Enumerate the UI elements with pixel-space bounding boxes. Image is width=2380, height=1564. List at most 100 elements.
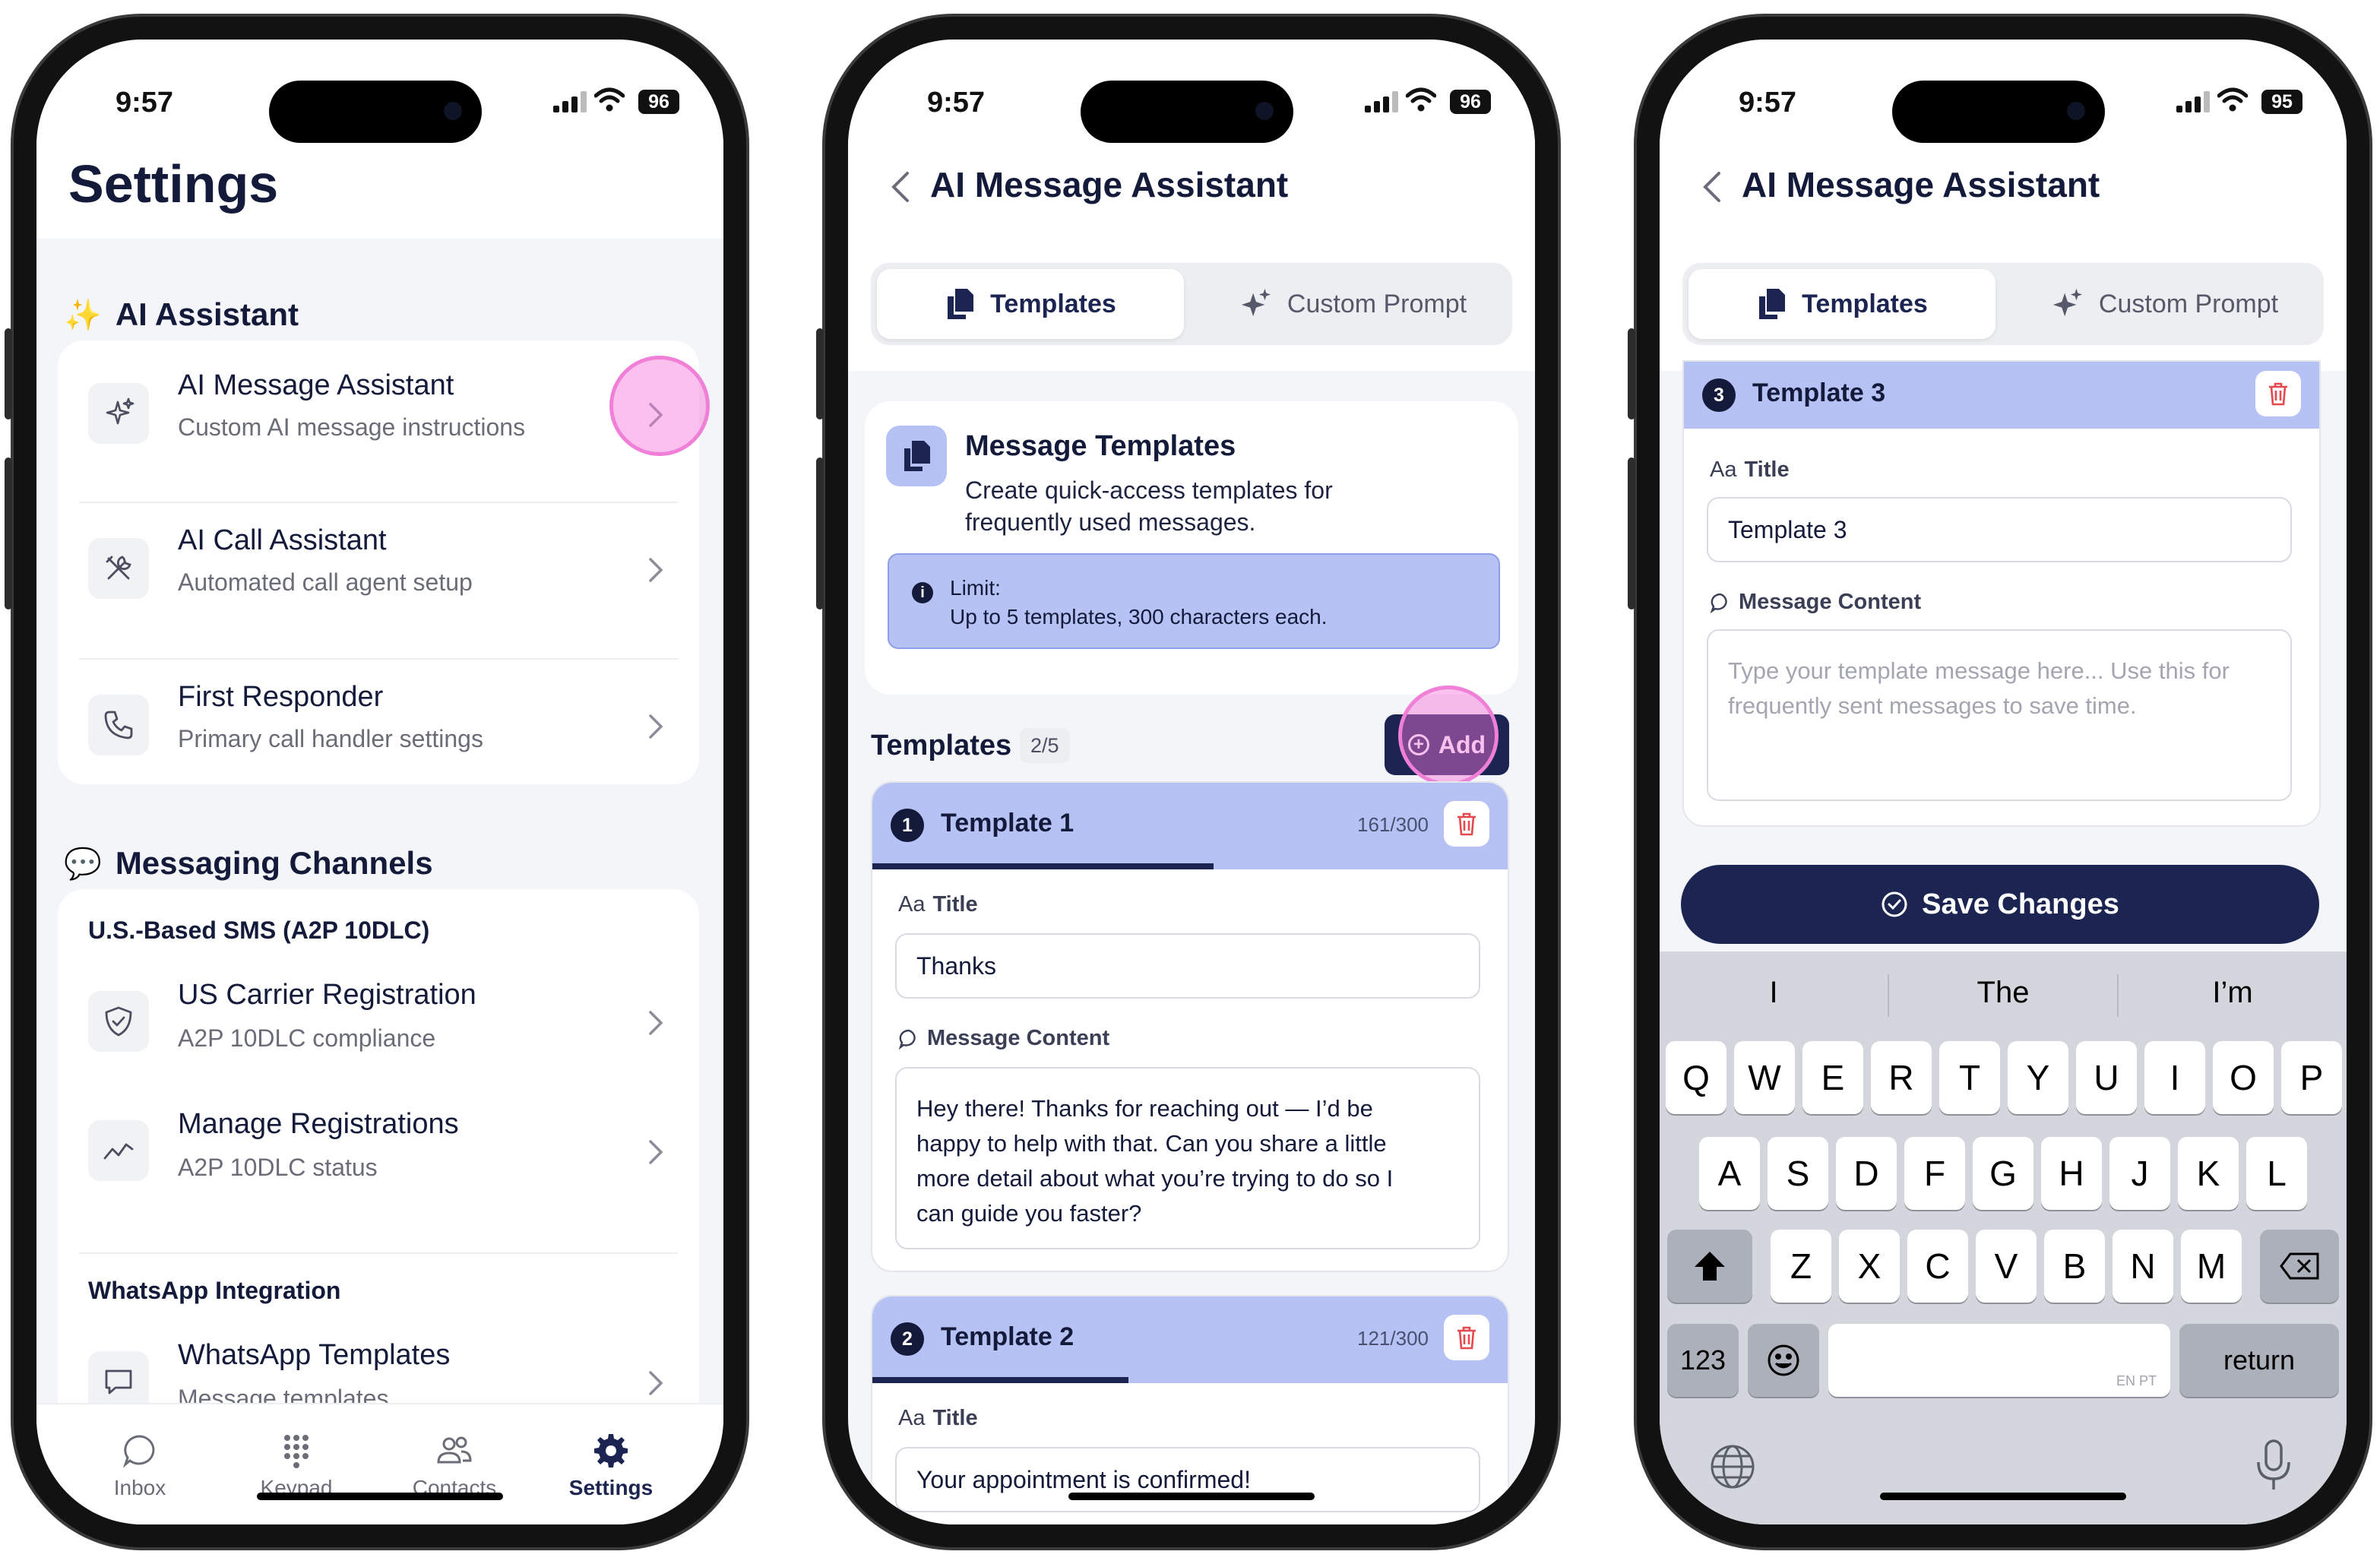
sms-group-header: U.S.-Based SMS (A2P 10DLC) bbox=[88, 917, 430, 944]
delete-key[interactable] bbox=[2260, 1230, 2339, 1303]
content-textarea[interactable]: Type your template message here... Use t… bbox=[1707, 629, 2292, 801]
globe-icon[interactable] bbox=[1708, 1442, 1757, 1491]
key-t[interactable]: T bbox=[1939, 1041, 2000, 1114]
manage-registrations-row[interactable]: Manage Registrations A2P 10DLC status bbox=[58, 1090, 699, 1227]
tab-custom-prompt[interactable]: Custom Prompt bbox=[1199, 269, 1506, 339]
return-key[interactable]: return bbox=[2179, 1324, 2339, 1397]
microphone-icon[interactable] bbox=[2252, 1438, 2295, 1493]
emoji-key[interactable] bbox=[1748, 1324, 1819, 1397]
trash-icon bbox=[2269, 382, 2287, 406]
template-number: 2 bbox=[891, 1322, 924, 1356]
chat-bubble-icon bbox=[122, 1435, 155, 1468]
key-k[interactable]: K bbox=[2178, 1137, 2239, 1210]
trash-icon bbox=[1457, 1326, 1476, 1350]
delete-template-button[interactable] bbox=[1444, 1315, 1489, 1360]
key-x[interactable]: X bbox=[1839, 1230, 1900, 1303]
ai-section-header: ✨ AI Assistant bbox=[64, 296, 299, 333]
documents-icon bbox=[1759, 289, 1786, 319]
content-textarea[interactable]: Hey there! Thanks for reaching out — I’d… bbox=[895, 1067, 1480, 1249]
key-h[interactable]: H bbox=[2041, 1137, 2102, 1210]
tab-inbox[interactable]: Inbox bbox=[64, 1432, 216, 1500]
suggestion-2[interactable]: The bbox=[1889, 976, 2117, 1010]
status-time: 9:57 bbox=[1739, 87, 1797, 119]
intro-line: Create quick-access templates for bbox=[965, 476, 1333, 504]
title-field-label: Aa Title bbox=[898, 892, 978, 917]
sparkles-icon: ✨ bbox=[64, 298, 102, 332]
key-e[interactable]: E bbox=[1802, 1041, 1863, 1114]
key-u[interactable]: U bbox=[2076, 1041, 2137, 1114]
key-y[interactable]: Y bbox=[2008, 1041, 2068, 1114]
row-subtitle: A2P 10DLC status bbox=[178, 1154, 378, 1181]
label-text: Message Content bbox=[927, 1026, 1110, 1050]
editor-screen: 9:57 95 AI Message Assistant Templates C… bbox=[1660, 40, 2347, 1524]
template-card-2: 2 Template 2 121/300 Aa Title Your appoin… bbox=[871, 1295, 1509, 1524]
key-w[interactable]: W bbox=[1734, 1041, 1795, 1114]
key-s[interactable]: S bbox=[1768, 1137, 1828, 1210]
key-m[interactable]: M bbox=[2181, 1230, 2242, 1303]
speech-bubble-icon: 💬 bbox=[64, 847, 102, 881]
ai-message-assistant-row[interactable]: AI Message Assistant Custom AI message i… bbox=[58, 342, 699, 494]
title-input[interactable]: Your appointment is confirmed! bbox=[895, 1447, 1480, 1512]
key-f[interactable]: F bbox=[1904, 1137, 1965, 1210]
key-i[interactable]: I bbox=[2144, 1041, 2205, 1114]
tab-contacts[interactable]: Contacts bbox=[378, 1432, 530, 1500]
space-key[interactable]: EN PT bbox=[1828, 1324, 2170, 1397]
numbers-key[interactable]: 123 bbox=[1667, 1324, 1739, 1397]
key-g[interactable]: G bbox=[1973, 1137, 2033, 1210]
tab-custom-prompt[interactable]: Custom Prompt bbox=[2011, 269, 2318, 339]
tab-templates[interactable]: Templates bbox=[877, 269, 1184, 339]
ai-call-assistant-row[interactable]: AI Call Assistant Automated call agent s… bbox=[58, 497, 699, 649]
key-z[interactable]: Z bbox=[1771, 1230, 1831, 1303]
page-title: AI Message Assistant bbox=[1742, 165, 2100, 204]
key-j[interactable]: J bbox=[2109, 1137, 2170, 1210]
check-circle-icon bbox=[1882, 891, 1907, 917]
content-line: Hey there! Thanks for reaching out — I’d… bbox=[916, 1095, 1373, 1122]
suggestion-1[interactable]: I bbox=[1660, 976, 1888, 1010]
tab-templates[interactable]: Templates bbox=[1688, 269, 1995, 339]
keyboard: I The I’m QWERTYUIOP ASDFGHJKL ZXCVBNM 1… bbox=[1660, 951, 2347, 1524]
char-progress-bar bbox=[872, 1377, 1128, 1383]
key-o[interactable]: O bbox=[2213, 1041, 2274, 1114]
key-l[interactable]: L bbox=[2246, 1137, 2307, 1210]
backspace-icon bbox=[2280, 1252, 2319, 1280]
title-input[interactable]: Thanks bbox=[895, 933, 1480, 999]
home-indicator bbox=[1880, 1493, 2126, 1500]
title-field-label: Aa Title bbox=[1710, 457, 1790, 483]
title-input[interactable]: Template 3 bbox=[1707, 497, 2292, 562]
label-text: Message Content bbox=[1739, 590, 1922, 614]
key-n[interactable]: N bbox=[2113, 1230, 2173, 1303]
key-d[interactable]: D bbox=[1836, 1137, 1897, 1210]
first-responder-row[interactable]: First Responder Primary call handler set… bbox=[58, 654, 699, 806]
tap-highlight bbox=[609, 356, 710, 456]
back-chevron-icon[interactable] bbox=[1698, 167, 1728, 207]
emoji-icon bbox=[1768, 1344, 1799, 1376]
key-b[interactable]: B bbox=[2044, 1230, 2105, 1303]
tab-keypad[interactable]: Keypad bbox=[220, 1432, 372, 1500]
delete-template-button[interactable] bbox=[2255, 371, 2301, 416]
phone-editor: 9:57 95 AI Message Assistant Templates C… bbox=[1628, 17, 2369, 1547]
placeholder-line: Type your template message here... Use t… bbox=[1728, 657, 2230, 684]
tap-highlight bbox=[1398, 685, 1499, 786]
save-changes-button[interactable]: Save Changes bbox=[1681, 865, 2319, 944]
key-a[interactable]: A bbox=[1699, 1137, 1760, 1210]
suggestion-3[interactable]: I’m bbox=[2119, 976, 2347, 1010]
us-carrier-registration-row[interactable]: US Carrier Registration A2P 10DLC compli… bbox=[58, 961, 699, 1097]
tab-label: Templates bbox=[990, 289, 1116, 318]
home-indicator bbox=[257, 1493, 503, 1500]
back-chevron-icon[interactable] bbox=[886, 167, 916, 207]
key-p[interactable]: P bbox=[2281, 1041, 2342, 1114]
whatsapp-group-header: WhatsApp Integration bbox=[88, 1277, 341, 1304]
tab-settings[interactable]: Settings bbox=[535, 1432, 687, 1500]
dynamic-island bbox=[269, 81, 482, 143]
phone-icon bbox=[88, 695, 149, 755]
shift-key[interactable] bbox=[1667, 1230, 1752, 1303]
delete-template-button[interactable] bbox=[1444, 801, 1489, 847]
key-r[interactable]: R bbox=[1871, 1041, 1932, 1114]
wifi-icon bbox=[1406, 87, 1436, 112]
key-q[interactable]: Q bbox=[1666, 1041, 1726, 1114]
language-hint: EN PT bbox=[2116, 1373, 2157, 1388]
key-c[interactable]: C bbox=[1907, 1230, 1968, 1303]
wifi-icon bbox=[2217, 87, 2248, 112]
key-v[interactable]: V bbox=[1976, 1230, 2037, 1303]
row-title: Manage Registrations bbox=[178, 1108, 459, 1140]
